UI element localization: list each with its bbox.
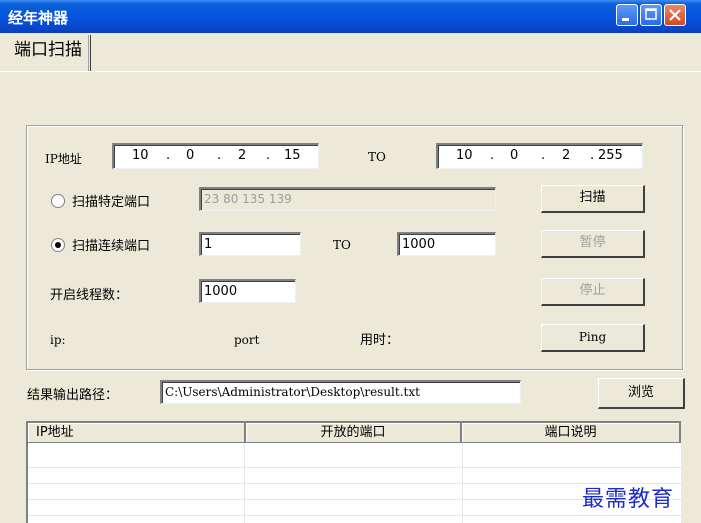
range-ports-label: 扫描连续端口 [72, 239, 151, 254]
ip-label: IP地址 [45, 152, 82, 166]
window-title: 经年神器 [8, 9, 69, 27]
pause-button[interactable]: 暂停 [541, 230, 645, 258]
watermark-text: 最需教育 [582, 487, 675, 512]
port-status-label: port [234, 333, 260, 347]
port-to-field[interactable]: 1000 [397, 232, 496, 256]
column-header-open-ports[interactable]: 开放的端口 [246, 423, 462, 443]
port-from-field[interactable]: 1 [199, 232, 301, 256]
time-label: 用时： [360, 333, 400, 348]
tab-strip [0, 33, 701, 72]
stop-button[interactable]: 停止 [541, 278, 645, 306]
port-to-label: TO [333, 238, 351, 252]
table-row [28, 515, 681, 516]
table-row [28, 467, 681, 468]
range-ports-radio[interactable] [51, 238, 65, 252]
threads-label: 开启线程数： [50, 288, 129, 303]
close-icon [669, 9, 681, 21]
ip-from-field[interactable]: 10 . 0 . 2 . 15 [112, 143, 319, 169]
specific-ports-label: 扫描特定端口 [72, 195, 151, 210]
specific-ports-field[interactable]: 23 80 135 139 [199, 187, 496, 211]
minimize-icon [622, 18, 629, 21]
column-header-port-desc[interactable]: 端口说明 [462, 423, 681, 443]
ip-to-label: TO [368, 150, 386, 164]
close-button[interactable] [664, 4, 686, 26]
output-path-field[interactable]: C:\Users\Administrator\Desktop\result.tx… [160, 380, 521, 404]
maximize-button[interactable] [640, 4, 662, 26]
maximize-icon [645, 8, 657, 20]
output-path-label: 结果输出路径： [27, 388, 119, 403]
ip-status-label: ip: [50, 333, 66, 347]
ping-button[interactable]: Ping [541, 324, 645, 352]
specific-ports-radio[interactable] [51, 194, 65, 208]
table-header: IP地址 开放的端口 端口说明 [28, 423, 681, 443]
tab-port-scan[interactable]: 端口扫描 [6, 35, 91, 71]
column-header-ip[interactable]: IP地址 [28, 423, 246, 443]
minimize-button[interactable] [616, 4, 638, 26]
browse-button[interactable]: 浏览 [598, 378, 685, 409]
scan-button[interactable]: 扫描 [541, 185, 645, 213]
ip-to-field[interactable]: 10 . 0 . 2 . 255 [436, 143, 643, 169]
title-bar: 经年神器 [0, 0, 701, 33]
threads-field[interactable]: 1000 [199, 279, 296, 303]
